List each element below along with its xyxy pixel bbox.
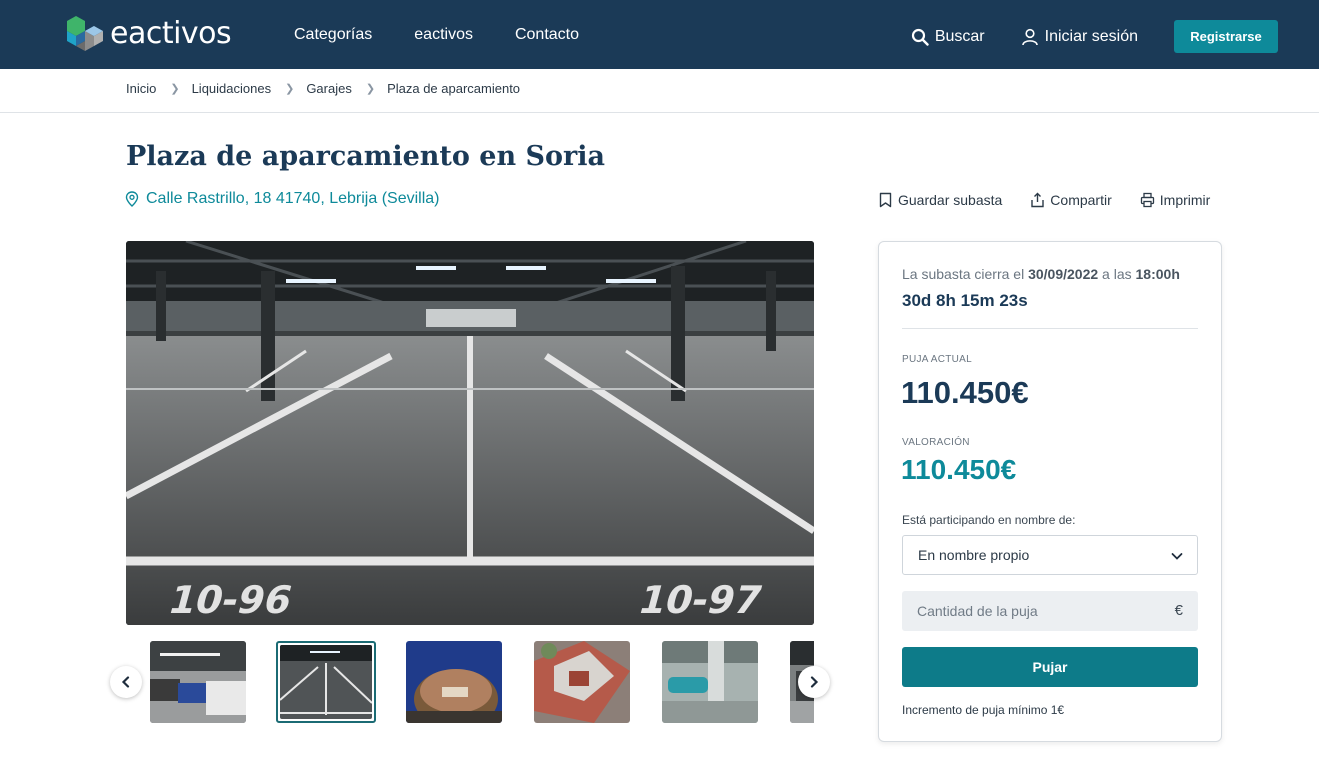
min-increment-note: Incremento de puja mínimo 1€ [902, 703, 1065, 717]
login-label: Iniciar sesión [1044, 27, 1138, 45]
share-icon [1031, 192, 1044, 208]
closes-time: 18:00h [1135, 266, 1180, 282]
closes-prefix: La subasta cierra el [902, 266, 1025, 282]
listing-actions: Guardar subasta Compartir Imprimir [878, 192, 1210, 208]
divider [0, 112, 1319, 113]
round-building-night-thumb [406, 641, 502, 723]
breadcrumb-liquidaciones[interactable]: Liquidaciones [192, 81, 272, 96]
current-bid-value: 110.450€ [901, 375, 1029, 410]
closes-mid: a las [1102, 266, 1132, 282]
breadcrumb-inicio[interactable]: Inicio [126, 81, 156, 96]
save-auction-button[interactable]: Guardar subasta [878, 192, 1002, 208]
nav-contacto[interactable]: Contacto [515, 26, 579, 44]
address-link[interactable]: Calle Rastrillo, 18 41740, Lebrija (Sevi… [125, 190, 439, 208]
page-title: Plaza de aparcamiento en Soria [126, 141, 605, 172]
valuation-value: 110.450€ [901, 454, 1017, 485]
location-pin-icon [125, 191, 139, 207]
aerial-buildings-thumb [534, 641, 630, 723]
bid-card: La subasta cierra el 30/09/2022 a las 18… [878, 241, 1222, 742]
bid-amount-input[interactable]: Cantidad de la puja € [902, 591, 1198, 631]
bid-button[interactable]: Pujar [902, 647, 1198, 687]
breadcrumb-current: Plaza de aparcamiento [387, 81, 521, 96]
share-button[interactable]: Compartir [1030, 192, 1112, 208]
card-divider [902, 328, 1198, 329]
save-auction-label: Guardar subasta [898, 192, 1003, 208]
printer-icon [1140, 192, 1154, 208]
parking-cars-thumb [150, 641, 246, 723]
print-button[interactable]: Imprimir [1140, 192, 1211, 208]
empty-parking-thumb [280, 645, 372, 719]
top-header: eactivos Categorías eactivos Contacto Bu… [0, 0, 1319, 69]
thumbnail-1[interactable] [150, 641, 246, 723]
address-text: Calle Rastrillo, 18 41740, Lebrija (Sevi… [146, 190, 440, 207]
nav-categorias[interactable]: Categorías [294, 26, 372, 44]
share-label: Compartir [1050, 192, 1112, 208]
chevron-right-icon: ❯ [170, 83, 180, 95]
user-icon [1021, 28, 1038, 45]
bid-amount-placeholder: Cantidad de la puja [917, 603, 1038, 619]
chevron-right-icon: ❯ [285, 83, 295, 95]
thumbnail-2[interactable] [276, 641, 376, 723]
valuation-label: VALORACIÓN [902, 437, 970, 448]
search-label: Buscar [934, 27, 985, 45]
chevron-right-icon [810, 676, 819, 688]
car-parking-thumb [662, 641, 758, 723]
svg-text:10-96: 10-96 [164, 579, 297, 623]
chevron-down-icon [1171, 553, 1183, 560]
nav-eactivos[interactable]: eactivos [414, 26, 473, 44]
closes-date: 30/09/2022 [1028, 266, 1099, 282]
parking-garage-photo: 10-96 10-97 [126, 241, 814, 625]
login-link[interactable]: Iniciar sesión [1021, 28, 1138, 46]
participating-label: Está participando en nombre de: [902, 513, 1076, 527]
prev-photo-button[interactable] [110, 666, 142, 698]
thumbnail-4[interactable] [534, 641, 630, 723]
main-photo[interactable]: 10-96 10-97 [126, 241, 814, 625]
main-nav: Categorías eactivos Contacto [294, 26, 621, 44]
print-label: Imprimir [1159, 192, 1211, 208]
logo-text: eactivos [110, 15, 232, 51]
thumbnail-5[interactable] [662, 641, 758, 723]
chevron-right-icon: ❯ [365, 83, 376, 95]
next-photo-button[interactable] [798, 666, 830, 698]
search-link[interactable]: Buscar [911, 28, 985, 46]
auction-close-info: La subasta cierra el 30/09/2022 a las 18… [902, 266, 1180, 282]
countdown: 30d 8h 15m 23s [902, 291, 1028, 310]
search-icon [911, 28, 929, 46]
cube-logo-icon [67, 16, 103, 51]
bookmark-icon [879, 192, 892, 208]
svg-text:10-97: 10-97 [634, 579, 767, 623]
current-bid-label: PUJA ACTUAL [902, 354, 972, 365]
thumbnail-strip [126, 641, 814, 723]
thumbnail-3[interactable] [406, 641, 502, 723]
chevron-left-icon [121, 676, 130, 688]
breadcrumb: Inicio ❯ Liquidaciones ❯ Garajes ❯ Plaza… [126, 81, 520, 96]
logo[interactable]: eactivos [64, 13, 232, 53]
euro-icon: € [1174, 602, 1183, 619]
participating-value: En nombre propio [918, 547, 1030, 563]
breadcrumb-garajes[interactable]: Garajes [306, 81, 352, 96]
register-button[interactable]: Registrarse [1174, 20, 1278, 53]
participating-select[interactable]: En nombre propio [902, 535, 1198, 575]
